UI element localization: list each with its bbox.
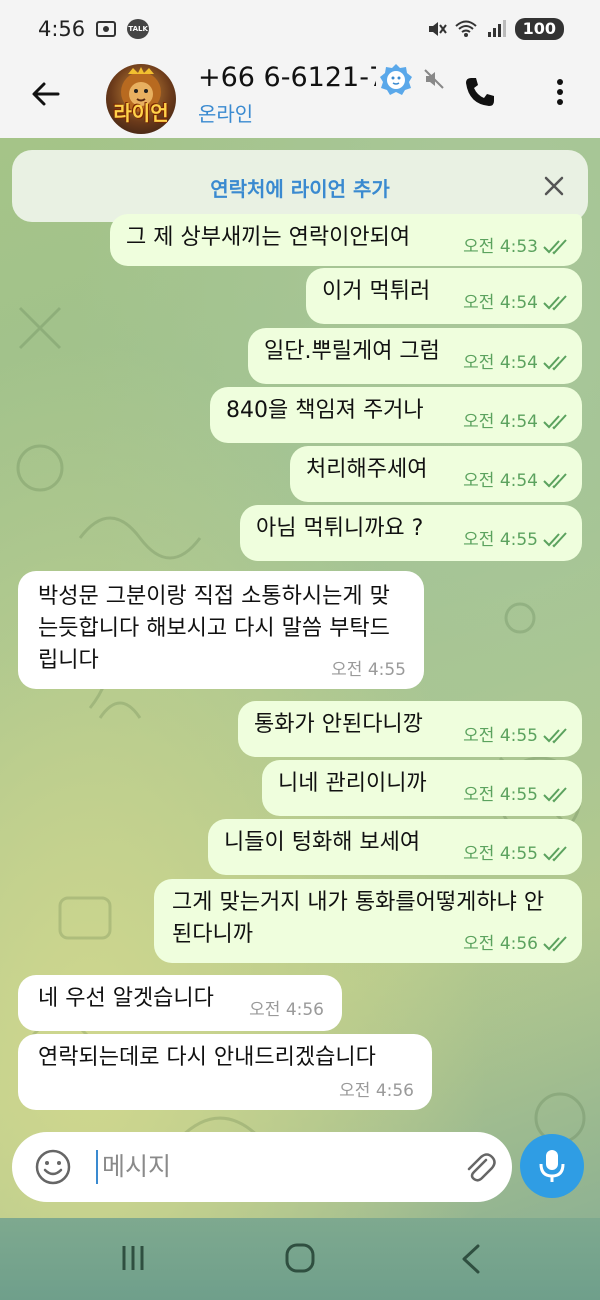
chat-message-list[interactable]: 연락처에 라이언 추가 그 제 상부새끼는 연락이안되여 오전 4:53 이거 … [0, 138, 600, 1218]
text-caret [96, 1150, 98, 1184]
message-meta: 오전 4:53 [463, 236, 570, 258]
system-nav-bar [0, 1218, 600, 1300]
message-text: 아님 먹튀니까요 ? [256, 516, 424, 541]
message-meta: 오전 4:55 [463, 725, 570, 747]
message-bubble-outgoing[interactable]: 그게 맞는거지 내가 통화를어떻게하냐 안된다니까 오전 4:56 [154, 879, 582, 963]
message-meta: 오전 4:54 [463, 292, 570, 314]
message-input[interactable] [102, 1146, 432, 1186]
message-text: 이거 먹튀러 [322, 279, 431, 304]
message-meta: 오전 4:56 [249, 999, 324, 1021]
avatar-text: 라이언 [113, 101, 169, 125]
battery-indicator: 100 [514, 18, 564, 40]
wifi-icon [454, 20, 477, 37]
message-text: 일단.뿌릴게여 그럼 [264, 339, 440, 364]
status-bar: 4:56 TALK 100 [0, 0, 600, 58]
message-meta: 오전 4:54 [463, 411, 570, 433]
home-icon[interactable] [284, 1242, 316, 1274]
message-time: 오전 4:56 [463, 934, 538, 954]
double-check-icon [543, 239, 567, 255]
message-text: 네 우선 알겟습니다 [38, 986, 214, 1011]
double-check-icon [543, 414, 567, 430]
message-time: 오전 4:54 [463, 412, 538, 432]
microphone-button[interactable] [520, 1134, 584, 1198]
message-text: 통화가 안된다니깡 [254, 712, 423, 737]
double-check-icon [543, 473, 567, 489]
message-text: 연락되는데로 다시 안내드리겠습니다 [38, 1045, 376, 1070]
message-time: 오전 4:54 [463, 471, 538, 491]
message-meta: 오전 4:56 [339, 1080, 414, 1102]
double-check-icon [543, 787, 567, 803]
message-text: 그 제 상부새끼는 연락이안되여 [126, 225, 411, 250]
message-text: 840을 책임져 주거나 [226, 398, 424, 423]
message-bubble-outgoing[interactable]: 통화가 안된다니깡 오전 4:55 [238, 701, 582, 757]
double-check-icon [543, 846, 567, 862]
back-arrow-icon[interactable] [28, 76, 64, 112]
double-check-icon [543, 936, 567, 952]
message-bubble-outgoing[interactable]: 일단.뿌릴게여 그럼 오전 4:54 [248, 328, 582, 384]
message-meta: 오전 4:55 [463, 529, 570, 551]
double-check-icon [543, 295, 567, 311]
mute-status-icon [428, 22, 447, 36]
message-meta: 오전 4:55 [463, 784, 570, 806]
message-time: 오전 4:53 [463, 237, 538, 257]
add-contact-label[interactable]: 연락처에 라이언 추가 [12, 173, 588, 202]
chat-header: 라이언 +66 6-6121-7 온라인 [0, 58, 600, 138]
screenshot-icon [96, 21, 117, 37]
message-time: 오전 4:54 [463, 353, 538, 373]
message-composer [12, 1132, 512, 1202]
add-contact-banner[interactable]: 연락처에 라이언 추가 [12, 150, 588, 222]
message-bubble-outgoing[interactable]: 니네 관리이니까 오전 4:55 [262, 760, 582, 816]
contact-name[interactable]: +66 6-6121-7 [198, 62, 376, 93]
smiley-icon[interactable] [34, 1148, 72, 1186]
talk-notification-icon: TALK [127, 19, 150, 39]
message-time: 오전 4:56 [339, 1081, 414, 1101]
message-bubble-incoming[interactable]: 박성문 그분이랑 직접 소통하시는게 맞는듯합니다 해보시고 다시 말씀 부탁드… [18, 571, 424, 689]
speaker-muted-icon [424, 69, 444, 89]
message-time: 오전 4:55 [331, 660, 406, 680]
close-icon[interactable] [542, 174, 566, 198]
message-meta: 오전 4:54 [463, 470, 570, 492]
double-check-icon [543, 532, 567, 548]
kebab-menu-icon[interactable] [548, 74, 572, 110]
message-bubble-incoming[interactable]: 네 우선 알겟습니다 오전 4:56 [18, 975, 342, 1031]
message-bubble-outgoing[interactable]: 처리해주세여 오전 4:54 [290, 446, 582, 502]
message-meta: 오전 4:54 [463, 352, 570, 374]
message-bubble-outgoing[interactable]: 니들이 텅화해 보세여 오전 4:55 [208, 819, 582, 875]
recent-apps-icon[interactable] [118, 1244, 148, 1272]
signal-icon [487, 20, 506, 37]
lion-badge-icon [380, 64, 412, 95]
message-bubble-outgoing[interactable]: 이거 먹튀러 오전 4:54 [306, 268, 582, 324]
status-time: 4:56 [38, 17, 86, 41]
message-time: 오전 4:55 [463, 726, 538, 746]
message-bubble-outgoing[interactable]: 아님 먹튀니까요 ? 오전 4:55 [240, 505, 582, 561]
message-bubble-outgoing[interactable]: 그 제 상부새끼는 연락이안되여 오전 4:53 [110, 214, 582, 266]
double-check-icon [543, 728, 567, 744]
double-check-icon [543, 355, 567, 371]
message-text: 처리해주세여 [306, 457, 428, 482]
message-time: 오전 4:55 [463, 844, 538, 864]
message-meta: 오전 4:55 [331, 659, 406, 681]
message-bubble-incoming[interactable]: 연락되는데로 다시 안내드리겠습니다 오전 4:56 [18, 1034, 432, 1110]
message-text: 니들이 텅화해 보세여 [224, 830, 421, 855]
message-bubble-outgoing[interactable]: 840을 책임져 주거나 오전 4:54 [210, 387, 582, 443]
message-time: 오전 4:54 [463, 293, 538, 313]
message-time: 오전 4:55 [463, 530, 538, 550]
message-time: 오전 4:55 [463, 785, 538, 805]
microphone-icon [539, 1150, 565, 1182]
paperclip-icon[interactable] [460, 1148, 498, 1186]
message-time: 오전 4:56 [249, 1000, 324, 1020]
contact-avatar[interactable]: 라이언 [106, 64, 176, 134]
contact-online-status: 온라인 [198, 102, 254, 126]
phone-icon[interactable] [462, 74, 498, 110]
message-text: 니네 관리이니까 [278, 771, 427, 796]
back-nav-icon[interactable] [460, 1244, 482, 1274]
message-meta: 오전 4:55 [463, 843, 570, 865]
message-meta: 오전 4:56 [463, 933, 570, 955]
